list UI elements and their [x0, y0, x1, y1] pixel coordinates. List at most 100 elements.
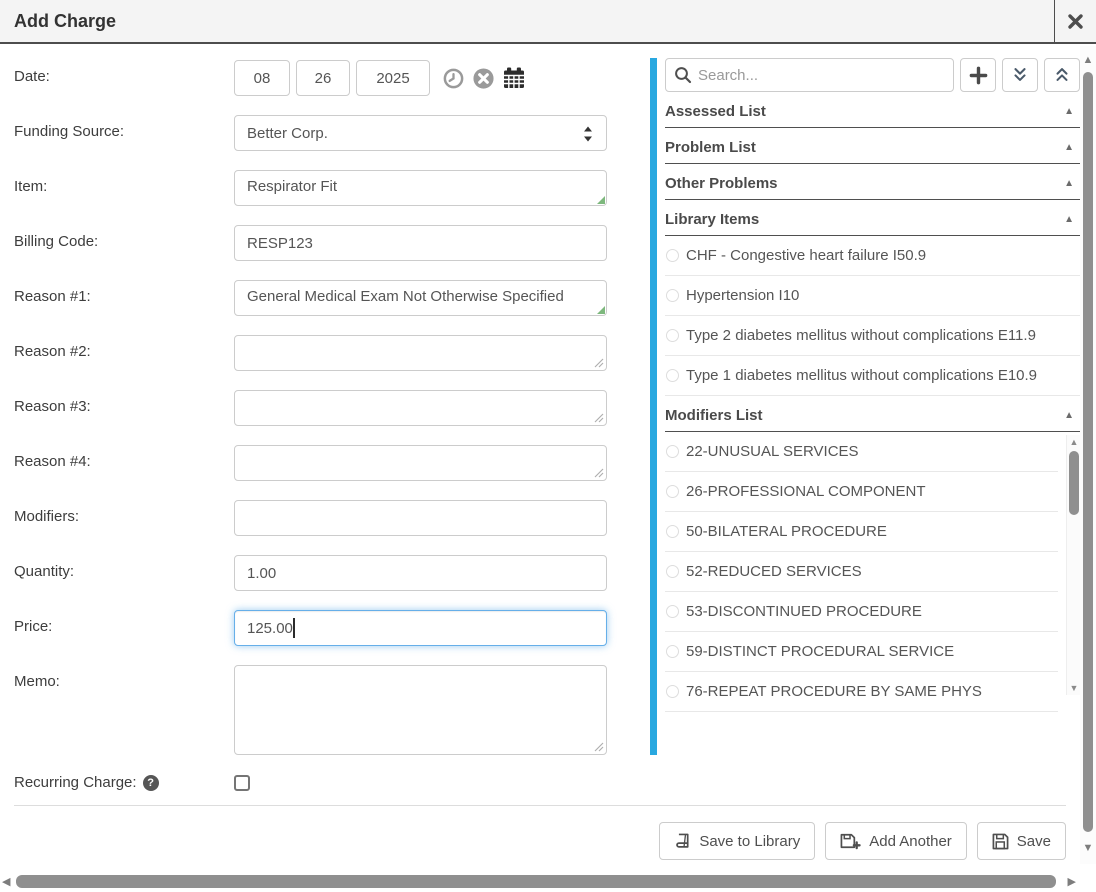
collapse-triangle-icon: ▲ [1064, 214, 1074, 225]
section-label: Other Problems [665, 175, 778, 192]
reason2-input[interactable] [234, 335, 607, 371]
section-label: Library Items [665, 211, 759, 228]
scroll-down-icon[interactable]: ▼ [1080, 842, 1096, 854]
scroll-up-icon[interactable]: ▲ [1080, 54, 1096, 66]
collapse-triangle-icon: ▲ [1064, 410, 1074, 421]
plus-icon [969, 66, 988, 85]
list-item[interactable]: Type 1 diabetes mellitus without complic… [665, 356, 1080, 396]
list-item-label: 76-REPEAT PROCEDURE BY SAME PHYS [686, 678, 982, 705]
list-item[interactable]: 76-REPEAT PROCEDURE BY SAME PHYS [665, 672, 1058, 712]
item-input[interactable]: Respirator Fit [234, 170, 607, 206]
scrollbar-thumb[interactable] [16, 875, 1056, 888]
item-row: Item: Respirator Fit [14, 170, 650, 206]
radio-circle-icon [666, 369, 679, 382]
reason4-input[interactable] [234, 445, 607, 481]
date-day-input[interactable] [296, 60, 350, 96]
section-problem-list[interactable]: Problem List ▲ [665, 132, 1080, 164]
resize-grip-icon[interactable] [594, 358, 604, 368]
memo-input[interactable] [234, 665, 607, 755]
billing-code-row: Billing Code: [14, 225, 650, 261]
search-input[interactable] [665, 58, 954, 92]
reason1-row: Reason #1: General Medical Exam Not Othe… [14, 280, 650, 316]
recurring-charge-checkbox[interactable] [234, 775, 250, 791]
scroll-right-icon[interactable]: ▶ [1068, 875, 1076, 888]
chevron-double-up-icon [1053, 66, 1071, 84]
clock-icon[interactable] [442, 67, 465, 90]
book-icon [674, 833, 691, 850]
resize-grip-icon[interactable] [594, 742, 604, 752]
section-other-problems[interactable]: Other Problems ▲ [665, 168, 1080, 200]
save-plus-icon [840, 832, 861, 850]
quantity-label: Quantity: [14, 555, 234, 580]
add-item-button[interactable] [960, 58, 996, 92]
modifiers-input[interactable] [234, 500, 607, 536]
modifiers-list: 22-UNUSUAL SERVICES 26-PROFESSIONAL COMP… [665, 432, 1080, 712]
list-item-label: 50-BILATERAL PROCEDURE [686, 518, 887, 545]
scrollbar-thumb[interactable] [1069, 451, 1079, 515]
collapse-triangle-icon: ▲ [1064, 106, 1074, 117]
vertical-scrollbar[interactable]: ▲ ▼ [1080, 46, 1096, 864]
reason4-row: Reason #4: [14, 445, 650, 481]
list-item[interactable]: Hypertension I10 [665, 276, 1080, 316]
horizontal-scrollbar[interactable]: ◀ ▶ [0, 874, 1080, 890]
add-another-button[interactable]: Add Another [825, 822, 967, 860]
list-item[interactable]: 59-DISTINCT PROCEDURAL SERVICE [665, 632, 1058, 672]
resize-grip-icon[interactable] [594, 468, 604, 478]
price-input[interactable] [234, 610, 607, 646]
panel-accent-bar [650, 58, 657, 755]
autocomplete-corner-icon [597, 196, 605, 204]
expand-all-button[interactable] [1002, 58, 1038, 92]
save-to-library-label: Save to Library [699, 833, 800, 850]
item-value: Respirator Fit [247, 178, 337, 195]
list-item-label: 52-REDUCED SERVICES [686, 558, 862, 585]
list-item-label: 59-DISTINCT PROCEDURAL SERVICE [686, 638, 954, 665]
date-row: Date: [14, 60, 650, 96]
funding-source-label: Funding Source: [14, 115, 234, 140]
page-title: Add Charge [0, 11, 116, 32]
clear-date-icon[interactable] [472, 67, 495, 90]
library-items-list: CHF - Congestive heart failure I50.9 Hyp… [665, 236, 1080, 396]
modifiers-label: Modifiers: [14, 500, 234, 525]
collapse-triangle-icon: ▲ [1064, 142, 1074, 153]
save-button[interactable]: Save [977, 822, 1066, 860]
price-label: Price: [14, 610, 234, 635]
charge-form: Date: [0, 44, 650, 791]
funding-source-select[interactable]: Better Corp. [234, 115, 607, 151]
date-year-input[interactable] [356, 60, 430, 96]
save-icon [992, 833, 1009, 850]
list-item[interactable]: Type 2 diabetes mellitus without complic… [665, 316, 1080, 356]
select-arrows-icon [582, 125, 594, 143]
modifiers-scrollbar[interactable]: ▲ ▼ [1066, 435, 1080, 695]
section-modifiers-list[interactable]: Modifiers List ▲ [665, 400, 1080, 432]
section-label: Assessed List [665, 103, 766, 120]
list-item[interactable]: 52-REDUCED SERVICES [665, 552, 1058, 592]
section-library-items[interactable]: Library Items ▲ [665, 204, 1080, 236]
save-label: Save [1017, 833, 1051, 850]
scroll-down-icon[interactable]: ▼ [1068, 683, 1080, 693]
radio-circle-icon [666, 645, 679, 658]
scroll-up-icon[interactable]: ▲ [1068, 437, 1080, 447]
reason1-input[interactable]: General Medical Exam Not Otherwise Speci… [234, 280, 607, 316]
list-item[interactable]: 53-DISCONTINUED PROCEDURE [665, 592, 1058, 632]
quantity-input[interactable] [234, 555, 607, 591]
section-assessed-list[interactable]: Assessed List ▲ [665, 96, 1080, 128]
save-to-library-button[interactable]: Save to Library [659, 822, 815, 860]
reason3-input[interactable] [234, 390, 607, 426]
collapse-triangle-icon: ▲ [1064, 178, 1074, 189]
billing-code-input[interactable] [234, 225, 607, 261]
date-month-input[interactable] [234, 60, 290, 96]
close-button[interactable] [1054, 0, 1096, 42]
list-item[interactable]: 26-PROFESSIONAL COMPONENT [665, 472, 1058, 512]
chevron-double-down-icon [1011, 66, 1029, 84]
scrollbar-thumb[interactable] [1083, 72, 1093, 832]
calendar-icon[interactable] [502, 66, 526, 90]
collapse-all-button[interactable] [1044, 58, 1080, 92]
scroll-left-icon[interactable]: ◀ [2, 875, 10, 888]
help-icon[interactable]: ? [143, 775, 159, 791]
list-item[interactable]: 50-BILATERAL PROCEDURE [665, 512, 1058, 552]
resize-grip-icon[interactable] [594, 413, 604, 423]
list-item[interactable]: CHF - Congestive heart failure I50.9 [665, 236, 1080, 276]
text-cursor [293, 618, 295, 638]
quantity-row: Quantity: [14, 555, 650, 591]
list-item[interactable]: 22-UNUSUAL SERVICES [665, 432, 1058, 472]
